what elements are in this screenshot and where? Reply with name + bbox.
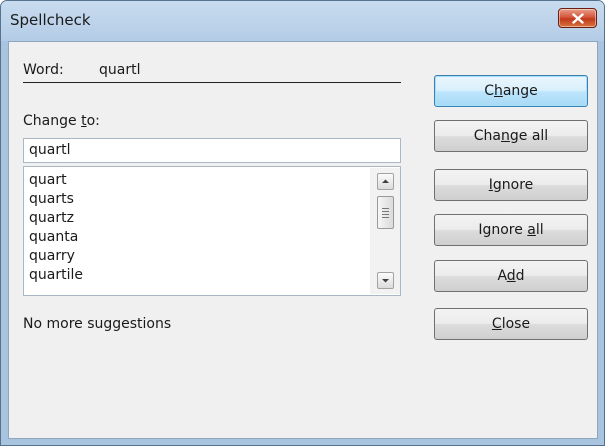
status-message: No more suggestions bbox=[23, 316, 172, 332]
scroll-thumb[interactable] bbox=[377, 196, 394, 229]
scroll-up-button[interactable] bbox=[377, 173, 394, 190]
suggestion-item[interactable]: quanta bbox=[29, 227, 78, 247]
scroll-down-button[interactable] bbox=[377, 272, 394, 289]
change-to-input[interactable]: quartl bbox=[23, 138, 401, 163]
suggestions-scrollbar[interactable] bbox=[370, 168, 400, 294]
suggestions-list[interactable]: quart quarts quartz quanta quarry quarti… bbox=[23, 166, 401, 296]
suggestion-item[interactable]: quarry bbox=[29, 246, 75, 266]
change-all-button[interactable]: Change all bbox=[434, 120, 588, 152]
close-button[interactable]: Close bbox=[434, 308, 588, 340]
suggestion-item[interactable]: quartz bbox=[29, 208, 74, 228]
title-bar[interactable]: Spellcheck bbox=[1, 1, 604, 41]
misspelled-word: quartl bbox=[99, 62, 141, 78]
close-window-button[interactable] bbox=[558, 8, 597, 28]
suggestion-item[interactable]: quartile bbox=[29, 265, 83, 285]
suggestion-item[interactable]: quarts bbox=[29, 189, 74, 209]
close-x-icon bbox=[572, 13, 584, 24]
add-button[interactable]: Add bbox=[434, 260, 588, 292]
ignore-button[interactable]: Ignore bbox=[434, 169, 588, 201]
scroll-thumb-grip-icon bbox=[382, 208, 389, 209]
scroll-up-arrow-icon bbox=[382, 179, 389, 183]
scroll-thumb-grip-icon bbox=[382, 214, 389, 215]
dialog-body: Word: quartl Change to: quartl quart qua… bbox=[8, 41, 598, 439]
scroll-thumb-grip-icon bbox=[382, 217, 389, 218]
word-divider bbox=[23, 82, 401, 83]
scroll-down-arrow-icon bbox=[382, 279, 389, 283]
ignore-all-button[interactable]: Ignore all bbox=[434, 214, 588, 246]
change-to-label: Change to: bbox=[23, 113, 100, 129]
change-button[interactable]: Change bbox=[434, 75, 588, 107]
window-title: Spellcheck bbox=[10, 11, 91, 29]
word-label: Word: bbox=[23, 62, 64, 78]
scroll-thumb-grip-icon bbox=[382, 211, 389, 212]
spellcheck-window: Spellcheck Word: quartl Change to: quart… bbox=[0, 0, 605, 446]
suggestion-item[interactable]: quart bbox=[29, 170, 67, 190]
